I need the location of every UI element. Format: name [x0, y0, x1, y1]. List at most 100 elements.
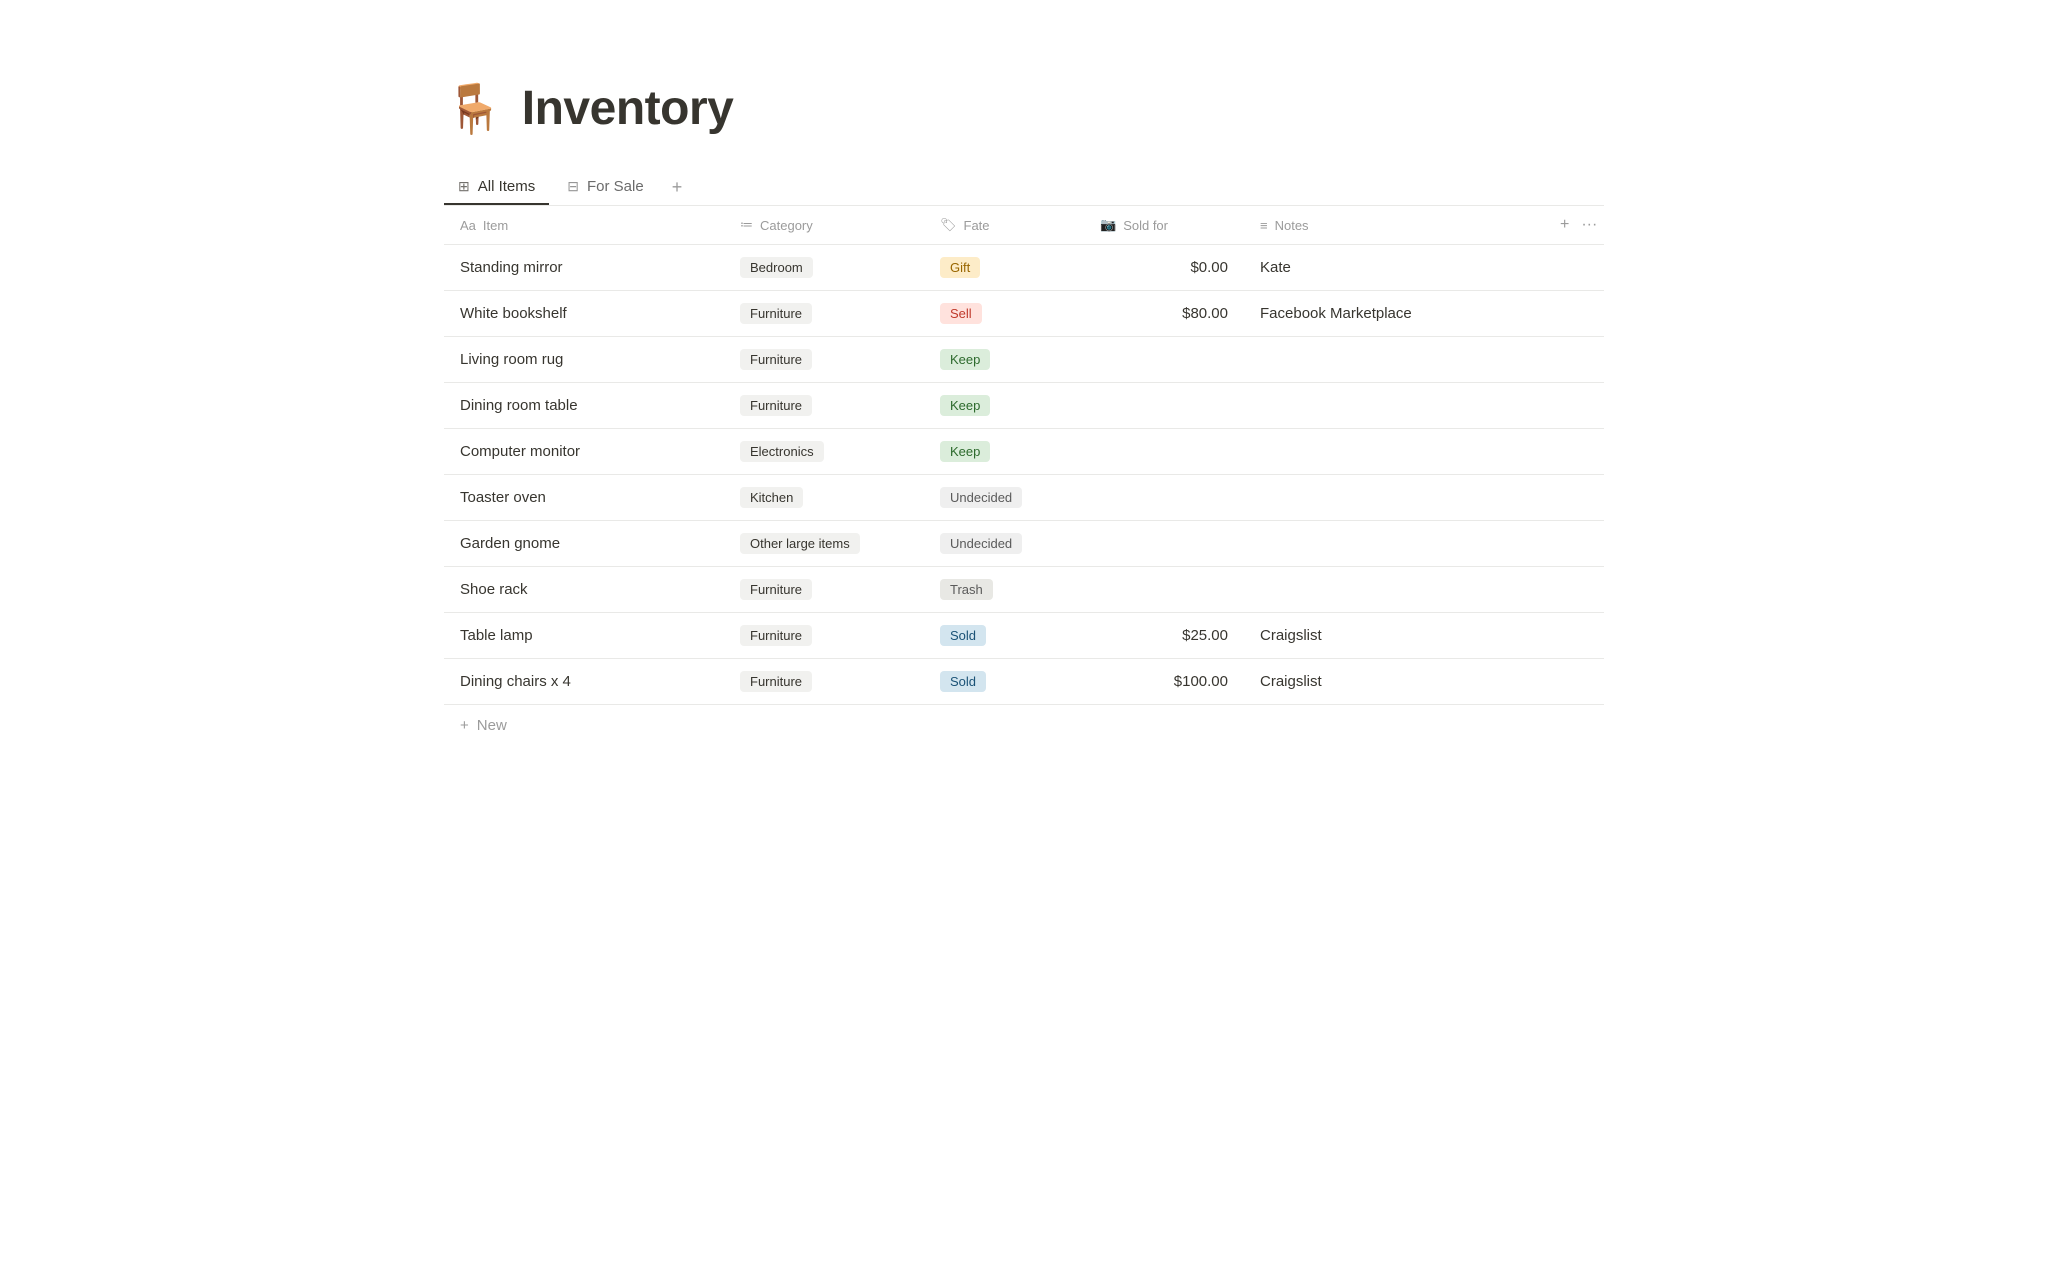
page-header: 🪑 Inventory [444, 80, 1604, 137]
category-badge: Furniture [740, 625, 812, 646]
col-header-fate[interactable]: 🏷 Fate [924, 206, 1084, 245]
table-row[interactable]: Living room rug Furniture Keep [444, 337, 1604, 383]
cell-fate[interactable]: Sell [924, 291, 1084, 337]
cell-fate[interactable]: Gift [924, 245, 1084, 291]
cell-sold-for[interactable] [1084, 337, 1244, 383]
more-col-button[interactable]: ··· [1581, 216, 1597, 234]
table-row[interactable]: Table lamp Furniture Sold$25.00Craigslist [444, 613, 1604, 659]
cell-fate[interactable]: Undecided [924, 475, 1084, 521]
cell-item[interactable]: Living room rug [444, 337, 724, 383]
category-badge: Furniture [740, 395, 812, 416]
cell-item[interactable]: Garden gnome [444, 521, 724, 567]
category-badge: Bedroom [740, 257, 813, 278]
cell-item[interactable]: Standing mirror [444, 245, 724, 291]
cell-item[interactable]: Dining chairs x 4 [444, 659, 724, 705]
cell-sold-for[interactable] [1084, 521, 1244, 567]
cell-fate[interactable]: Sold [924, 659, 1084, 705]
table-row[interactable]: Toaster ovenKitchen Undecided [444, 475, 1604, 521]
cell-item[interactable]: Table lamp [444, 613, 724, 659]
cell-category[interactable]: Kitchen [724, 475, 924, 521]
col-header-item[interactable]: Aa Item [444, 206, 724, 245]
fate-badge: Keep [940, 349, 990, 370]
cell-sold-for[interactable] [1084, 567, 1244, 613]
cell-row-actions [1544, 245, 1604, 291]
cell-notes[interactable]: Kate [1244, 245, 1544, 291]
cell-item[interactable]: White bookshelf [444, 291, 724, 337]
table-row[interactable]: Dining chairs x 4Furniture Sold $100.00Cra… [444, 659, 1604, 705]
tab-all-items[interactable]: ⊞ All Items [444, 170, 549, 205]
add-col-button[interactable]: + [1560, 216, 1569, 234]
cell-category[interactable]: Electronics [724, 429, 924, 475]
cell-notes[interactable] [1244, 383, 1544, 429]
tab-all-items-label: All Items [478, 178, 536, 195]
cell-notes[interactable] [1244, 567, 1544, 613]
cell-row-actions [1544, 475, 1604, 521]
table-row[interactable]: Computer monitorElectronicsKeep [444, 429, 1604, 475]
cell-category[interactable]: Furniture [724, 567, 924, 613]
cell-item[interactable]: Toaster oven [444, 475, 724, 521]
cell-row-actions [1544, 429, 1604, 475]
table-row[interactable]: Standing mirror Bedroom Gift $0.00Kate [444, 245, 1604, 291]
cell-sold-for[interactable] [1084, 429, 1244, 475]
fate-badge: Undecided [940, 487, 1022, 508]
inventory-table: Aa Item ≔ Category 🏷 Fate [444, 206, 1604, 705]
cell-notes[interactable] [1244, 337, 1544, 383]
category-badge: Furniture [740, 349, 812, 370]
cell-category[interactable]: Furniture [724, 383, 924, 429]
cell-notes[interactable] [1244, 475, 1544, 521]
cell-fate[interactable]: Keep [924, 337, 1084, 383]
cell-sold-for[interactable] [1084, 383, 1244, 429]
col-header-category[interactable]: ≔ Category [724, 206, 924, 245]
cell-item[interactable]: Computer monitor [444, 429, 724, 475]
cell-fate[interactable]: Keep [924, 383, 1084, 429]
cell-row-actions [1544, 337, 1604, 383]
item-col-label: Item [483, 218, 508, 233]
table-row[interactable]: Dining room table Furniture Keep [444, 383, 1604, 429]
cell-item[interactable]: Dining room table [444, 383, 724, 429]
page-title: Inventory [522, 81, 734, 136]
cell-category[interactable]: Furniture [724, 659, 924, 705]
table-header-row: Aa Item ≔ Category 🏷 Fate [444, 206, 1604, 245]
fate-col-icon: 🏷 [940, 217, 957, 233]
cell-sold-for[interactable]: $100.00 [1084, 659, 1244, 705]
cell-notes[interactable]: Craigslist [1244, 613, 1544, 659]
cell-fate[interactable]: Sold [924, 613, 1084, 659]
page-container: 🪑 Inventory ⊞ All Items ⊟ For Sale + [324, 0, 1724, 806]
cell-sold-for[interactable]: $0.00 [1084, 245, 1244, 291]
cell-notes[interactable] [1244, 429, 1544, 475]
tab-for-sale[interactable]: ⊟ For Sale [553, 170, 657, 205]
add-row-label: New [477, 717, 507, 734]
col-header-notes[interactable]: ≡ Notes [1244, 206, 1544, 245]
table-row[interactable]: Garden gnome Other large items Undecided [444, 521, 1604, 567]
add-row-button[interactable]: + New [444, 705, 1604, 746]
cell-sold-for[interactable]: $80.00 [1084, 291, 1244, 337]
category-badge: Other large items [740, 533, 860, 554]
cell-row-actions [1544, 291, 1604, 337]
notes-col-icon: ≡ [1260, 218, 1268, 233]
cell-fate[interactable]: Undecided [924, 521, 1084, 567]
cell-fate[interactable]: Keep [924, 429, 1084, 475]
category-badge: Furniture [740, 303, 812, 324]
fate-badge: Trash [940, 579, 993, 600]
tab-add-button[interactable]: + [662, 169, 693, 206]
cell-sold-for[interactable] [1084, 475, 1244, 521]
cell-notes[interactable]: Facebook Marketplace [1244, 291, 1544, 337]
fate-badge: Sold [940, 671, 986, 692]
table-row[interactable]: White bookshelf Furniture Sell$80.00Facebo… [444, 291, 1604, 337]
cell-item[interactable]: Shoe rack [444, 567, 724, 613]
fate-badge: Gift [940, 257, 980, 278]
table-row[interactable]: Shoe rackFurniture Trash [444, 567, 1604, 613]
tab-all-items-icon: ⊞ [458, 178, 470, 195]
cell-fate[interactable]: Trash [924, 567, 1084, 613]
cell-sold-for[interactable]: $25.00 [1084, 613, 1244, 659]
page-icon: 🪑 [444, 80, 504, 137]
cell-category[interactable]: Furniture [724, 613, 924, 659]
cell-category[interactable]: Other large items [724, 521, 924, 567]
fate-col-label: Fate [964, 218, 990, 233]
cell-notes[interactable]: Craigslist [1244, 659, 1544, 705]
cell-category[interactable]: Bedroom [724, 245, 924, 291]
cell-notes[interactable] [1244, 521, 1544, 567]
cell-category[interactable]: Furniture [724, 291, 924, 337]
col-header-sold[interactable]: 📷 Sold for [1084, 206, 1244, 245]
cell-category[interactable]: Furniture [724, 337, 924, 383]
